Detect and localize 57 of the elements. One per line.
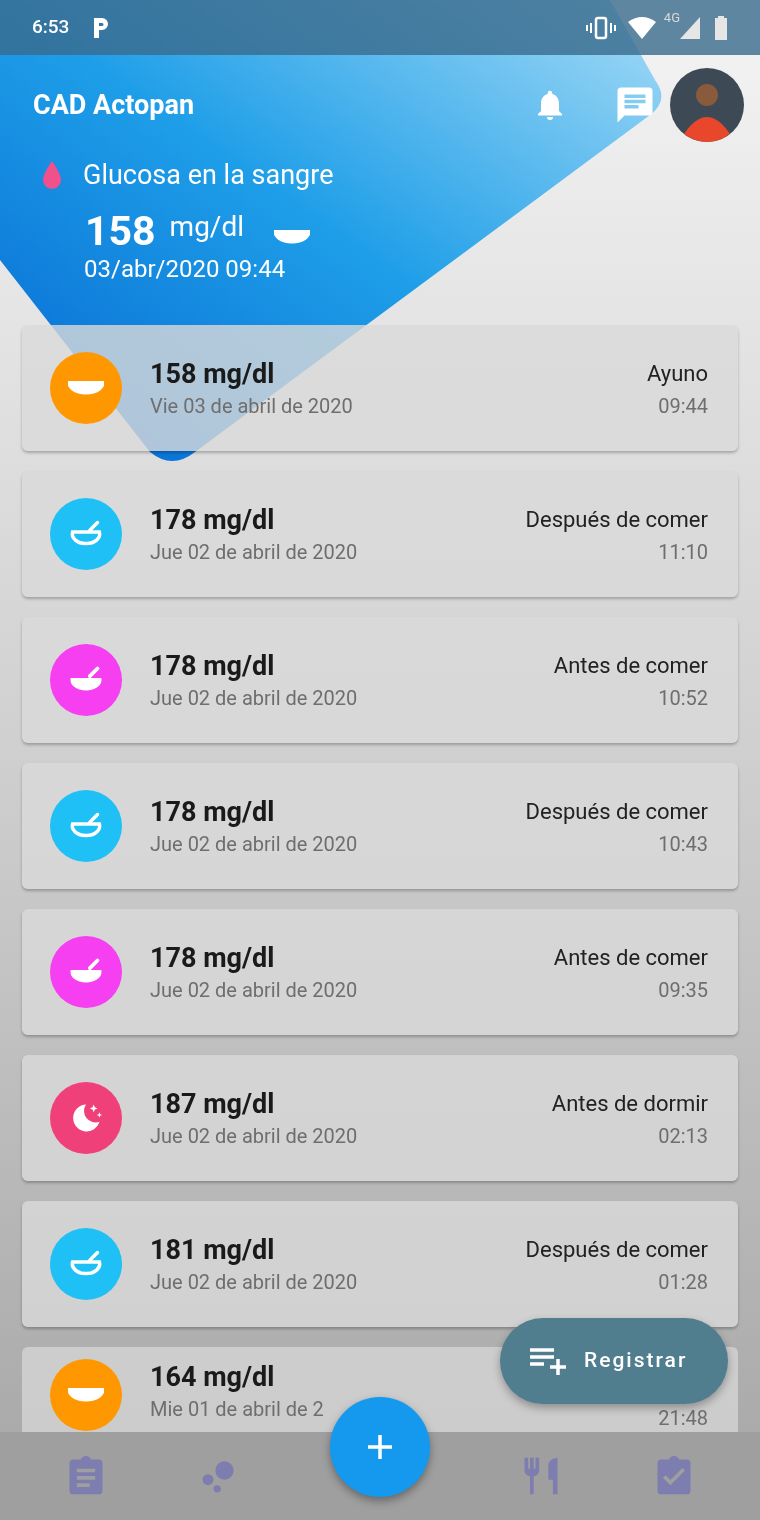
wifi-icon	[627, 16, 656, 39]
meal-label: Después de comer	[525, 506, 708, 534]
signal-icon	[680, 16, 700, 39]
reading-date: Jue 02 de abril de 2020	[150, 1269, 359, 1296]
reading-time: 09:44	[658, 393, 708, 420]
reading-date: Vie 03 de abril de 2020	[150, 393, 354, 420]
reading-value: 178 mg/dl	[150, 795, 275, 830]
reading-value: 164 mg/dl	[150, 1360, 275, 1395]
reading-card[interactable]: 178 mg/dl Jue 02 de abril de 2020 Después de comer 11:10	[22, 471, 738, 597]
meal-label: Antes de dormir	[551, 1090, 708, 1118]
reading-card[interactable]: 178 mg/dl Jue 02 de abril de 2020 Antes de comer 10:52	[22, 617, 738, 743]
reading-time: 09:35	[658, 977, 708, 1004]
status-time: 6:53	[32, 14, 70, 41]
latest-unit: mg/dl	[169, 208, 244, 245]
reading-card[interactable]: 181 mg/dl Jue 02 de abril de 2020 Después de comer 01:28	[22, 1201, 738, 1327]
reading-date: Jue 02 de abril de 2020	[150, 539, 359, 566]
reading-card[interactable]: 158 mg/dl Vie 03 de abril de 2020 Ayuno 09:44	[22, 325, 738, 451]
reading-time: 10:52	[658, 685, 708, 712]
reading-card[interactable]: 178 mg/dl Jue 02 de abril de 2020 Antes de comer 09:35	[22, 909, 738, 1035]
reading-value: 178 mg/dl	[150, 649, 275, 684]
meal-label: Ayuno	[646, 360, 708, 388]
meal-label: Después de comer	[525, 1236, 708, 1264]
reading-time: 11:10	[658, 539, 708, 566]
playlist-add-icon	[530, 1347, 568, 1375]
reading-card[interactable]: 187 mg/dl Jue 02 de abril de 2020 Antes de dormir 02:13	[22, 1055, 738, 1181]
reading-value: 187 mg/dl	[150, 1087, 275, 1122]
latest-value: 158	[85, 207, 156, 254]
reading-time: 21:48	[658, 1405, 708, 1432]
speed-dial-menu[interactable]: Registrar	[500, 1318, 728, 1404]
bowl-icon	[274, 230, 310, 244]
bowl-icon	[68, 381, 104, 395]
meal-label: Después de comer	[525, 798, 708, 826]
reading-date: Jue 02 de abril de 2020	[150, 831, 359, 858]
reading-date: Jue 02 de abril de 2020	[150, 685, 359, 712]
reading-value: 178 mg/dl	[150, 503, 275, 538]
network-type: 4G	[663, 9, 680, 27]
reading-date: Jue 02 de abril de 2020	[150, 977, 359, 1004]
reading-card[interactable]: 178 mg/dl Jue 02 de abril de 2020 Después de comer 10:43	[22, 763, 738, 889]
metric-title: Glucosa en la sangre	[83, 158, 334, 193]
battery-icon	[714, 15, 728, 40]
app-title: CAD Actopan	[33, 87, 196, 123]
reading-date: Jue 02 de abril de 2020	[150, 1123, 359, 1150]
plus-icon	[366, 1433, 394, 1461]
reading-value: 158 mg/dl	[150, 357, 275, 392]
avatar[interactable]	[670, 68, 744, 142]
reading-time: 10:43	[658, 831, 708, 858]
reading-time: 02:13	[658, 1123, 708, 1150]
vibrate-icon	[585, 15, 616, 40]
blood-drop-icon	[40, 160, 64, 191]
meal-label: Antes de comer	[553, 944, 708, 972]
reading-time: 01:28	[658, 1269, 708, 1296]
meal-label: Antes de comer	[553, 652, 708, 680]
reading-value: 181 mg/dl	[150, 1233, 275, 1268]
reading-value: 178 mg/dl	[150, 941, 275, 976]
bowl-icon	[68, 1388, 104, 1402]
reading-date: Mie 01 de abril de 2	[150, 1396, 325, 1423]
latest-timestamp: 03/abr/2020 09:44	[83, 253, 287, 284]
